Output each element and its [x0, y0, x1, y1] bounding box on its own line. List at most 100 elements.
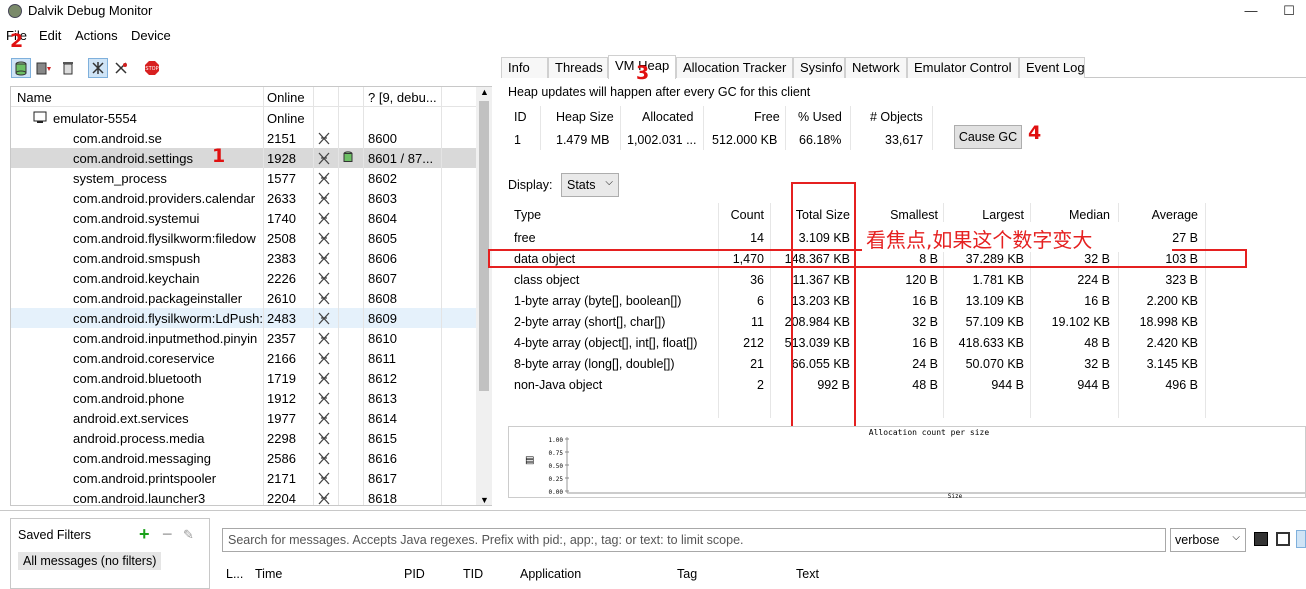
title-bar: Dalvik Debug Monitor — ☐ — [0, 0, 1306, 24]
thread-icon — [317, 372, 331, 388]
log-col-application[interactable]: Application — [520, 567, 581, 581]
process-row[interactable]: com.android.coreservice 2166 8611 — [11, 348, 477, 368]
scroll-lock-icon[interactable] — [1296, 530, 1306, 548]
stats-cell: 32 B — [1084, 357, 1110, 371]
process-row[interactable]: com.android.launcher3 2204 8618 — [11, 488, 477, 506]
stop-process-icon[interactable]: STOP — [142, 58, 162, 78]
process-row[interactable]: com.android.printspooler 2171 8617 — [11, 468, 477, 488]
process-row[interactable]: com.android.packageinstaller 2610 8608 — [11, 288, 477, 308]
process-name: com.android.launcher3 — [73, 491, 206, 506]
log-col-pid[interactable]: PID — [404, 567, 425, 581]
process-row[interactable]: com.android.bluetooth 1719 8612 — [11, 368, 477, 388]
process-row[interactable]: com.android.inputmethod.pinyin 2357 8610 — [11, 328, 477, 348]
edit-filter-icon[interactable]: ✎ — [183, 527, 194, 543]
tab-allocation-tracker[interactable]: Allocation Tracker — [676, 57, 793, 78]
summary-value: 66.18% — [799, 133, 842, 147]
process-port: 8603 — [368, 191, 397, 206]
stats-cell: 1-byte array (byte[], boolean[]) — [514, 294, 682, 308]
tab-threads[interactable]: Threads — [548, 57, 608, 78]
menu-edit[interactable]: Edit — [39, 28, 61, 43]
save-log-icon[interactable] — [1254, 532, 1268, 546]
display-label: Display: — [508, 178, 553, 192]
process-row[interactable]: com.android.systemui 1740 8604 — [11, 208, 477, 228]
summary-header: # Objects — [870, 110, 923, 124]
stats-cell: 2-byte array (short[], char[]) — [514, 315, 666, 329]
remove-filter-icon[interactable]: − — [162, 524, 173, 545]
process-row[interactable]: com.android.messaging 2586 8616 — [11, 448, 477, 468]
log-search-input[interactable]: Search for messages. Accepts Java regexe… — [222, 528, 1166, 552]
process-row[interactable]: android.process.media 2298 8615 — [11, 428, 477, 448]
process-row[interactable]: system_process 1577 8602 — [11, 168, 477, 188]
log-col-tag[interactable]: Tag — [677, 567, 697, 581]
col-name[interactable]: Name — [17, 90, 52, 105]
log-col-time[interactable]: Time — [255, 567, 282, 581]
process-row[interactable]: com.android.se 2151 8600 — [11, 128, 477, 148]
process-row[interactable]: android.ext.services 1977 8614 — [11, 408, 477, 428]
add-filter-icon[interactable]: + — [139, 524, 150, 545]
cause-gc-button[interactable]: Cause GC — [954, 125, 1022, 149]
tab-network[interactable]: Network — [845, 57, 907, 78]
tab-event-log[interactable]: Event Log — [1019, 57, 1085, 78]
dump-hprof-icon[interactable] — [34, 58, 54, 78]
summary-value: 33,617 — [885, 133, 924, 147]
scroll-up-icon[interactable]: ▲ — [480, 87, 489, 97]
process-port: 8610 — [368, 331, 397, 346]
heap-icon — [343, 151, 353, 167]
tab-emulator-control[interactable]: Emulator Control — [907, 57, 1019, 78]
process-name: com.android.packageinstaller — [73, 291, 243, 306]
thread-icon — [317, 252, 331, 268]
tab-sysinfo[interactable]: Sysinfo — [793, 57, 845, 78]
col-port[interactable]: ? [9, debu... — [368, 90, 437, 105]
menu-device[interactable]: Device — [131, 28, 171, 43]
menu-actions[interactable]: Actions — [75, 28, 118, 43]
filter-all-messages[interactable]: All messages (no filters) — [18, 552, 162, 570]
process-name: com.android.coreservice — [73, 351, 215, 366]
process-port: 8609 — [368, 311, 397, 326]
process-row[interactable]: com.android.settings 1928 8601 / 87... — [11, 148, 477, 168]
device-row-emulator[interactable]: emulator-5554 Online — [11, 108, 477, 128]
cause-gc-icon[interactable] — [58, 58, 78, 78]
process-name: com.android.keychain — [73, 271, 200, 286]
process-row[interactable]: com.android.providers.calendar 2633 8603 — [11, 188, 477, 208]
allocation-chart-svg: Allocation count per size Size 1.00 0.75 0… — [549, 428, 1305, 500]
log-col-tid[interactable]: TID — [463, 567, 483, 581]
annotation-4: 4 — [1028, 122, 1042, 144]
stats-header: Largest — [982, 208, 1024, 222]
scroll-down-icon[interactable]: ▼ — [480, 495, 489, 505]
update-threads-icon[interactable] — [88, 58, 108, 78]
thread-icon — [317, 432, 331, 448]
chart-x-label: Size — [948, 493, 963, 499]
stats-cell: 2.420 KB — [1146, 336, 1198, 350]
process-row[interactable]: com.android.flysilkworm:LdPush: 2483 8609 — [11, 308, 477, 328]
col-online[interactable]: Online — [267, 90, 305, 105]
scrollbar-thumb[interactable] — [479, 101, 489, 391]
log-col-level[interactable]: L... — [226, 567, 243, 581]
log-level-select[interactable]: verbose ⌵ — [1170, 528, 1246, 552]
process-row[interactable]: com.android.keychain 2226 8607 — [11, 268, 477, 288]
process-name: com.android.printspooler — [73, 471, 217, 486]
thread-icon — [317, 352, 331, 368]
process-row[interactable]: com.android.flysilkworm:filedow 2508 8605 — [11, 228, 477, 248]
process-pid: 2204 — [267, 491, 296, 506]
tab-info[interactable]: Info — [501, 57, 548, 78]
process-name: com.android.settings — [73, 151, 193, 166]
stats-cell: 18.998 KB — [1139, 315, 1198, 329]
display-select[interactable]: Stats ⌵ — [561, 173, 619, 197]
devices-scrollbar[interactable]: ▲ ▼ — [476, 87, 492, 505]
display-select-value: Stats — [567, 178, 596, 192]
process-row[interactable]: com.android.phone 1912 8613 — [11, 388, 477, 408]
thread-icon — [317, 412, 331, 428]
summary-header: Allocated — [642, 110, 694, 124]
clear-log-icon[interactable] — [1276, 532, 1290, 546]
thread-icon — [317, 312, 331, 328]
process-row[interactable]: com.android.smspush 2383 8606 — [11, 248, 477, 268]
devices-header: Name Online ? [9, debu... — [11, 87, 477, 107]
stats-cell: class object — [514, 273, 580, 287]
log-col-text[interactable]: Text — [796, 567, 819, 581]
update-heap-icon[interactable] — [11, 58, 31, 78]
maximize-button[interactable]: ☐ — [1272, 0, 1306, 22]
stats-cell: 50.070 KB — [965, 357, 1024, 371]
minimize-button[interactable]: — — [1228, 0, 1274, 22]
method-profiling-icon[interactable] — [111, 58, 131, 78]
process-name: android.ext.services — [73, 411, 189, 426]
